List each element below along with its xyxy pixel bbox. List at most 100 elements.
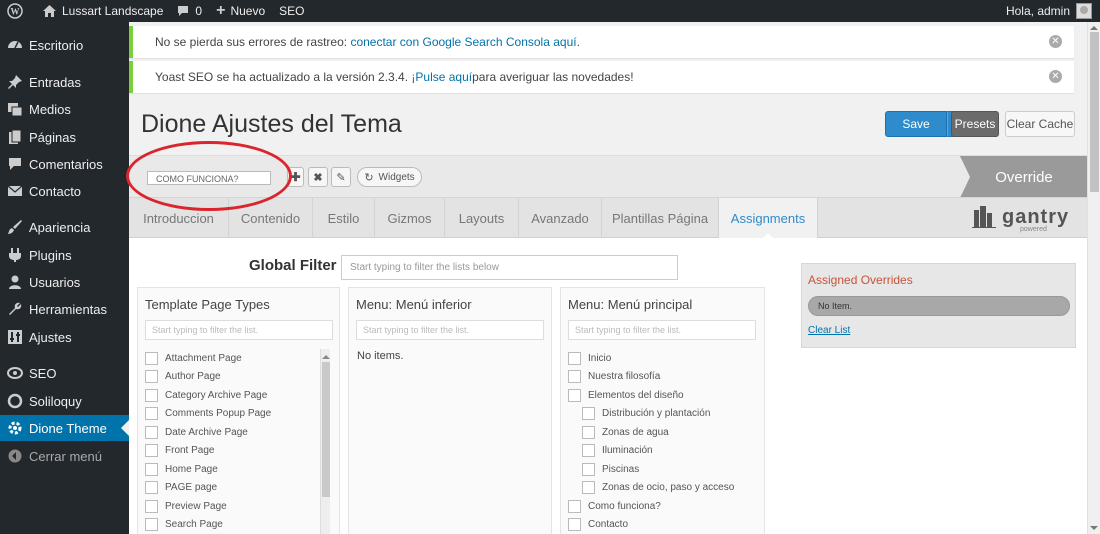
list-item[interactable]: Piscinas xyxy=(582,460,639,478)
sidebar-item-soliloquy[interactable]: Soliloquy xyxy=(0,388,129,414)
checkbox[interactable] xyxy=(145,517,158,531)
checkbox[interactable] xyxy=(568,517,581,531)
notice-link[interactable]: conectar con Google Search Consola aquí xyxy=(350,35,576,49)
list-item[interactable]: Attachment Page xyxy=(145,349,242,367)
sidebar-item-contacto[interactable]: Contacto xyxy=(0,178,129,204)
tab-gizmos[interactable]: Gizmos xyxy=(375,198,445,238)
tab-avanzado[interactable]: Avanzado xyxy=(519,198,602,238)
scroll-up-icon[interactable] xyxy=(1090,22,1098,30)
notice-link[interactable]: ¡Pulse aquí xyxy=(411,70,472,84)
list-item[interactable]: Front Page xyxy=(145,441,214,459)
sidebar-item-apariencia[interactable]: Apariencia xyxy=(0,214,129,240)
list-item[interactable]: Distribución y plantación xyxy=(582,404,710,422)
list-item[interactable]: Elementos del diseño xyxy=(568,386,684,404)
tab-contenido[interactable]: Contenido xyxy=(229,198,313,238)
sidebar-item-dione-theme[interactable]: Dione Theme xyxy=(0,415,129,441)
checkbox[interactable] xyxy=(145,369,158,383)
sidebar-item-plugins[interactable]: Plugins xyxy=(0,242,129,268)
seo-link[interactable]: SEO xyxy=(272,0,311,22)
page-scrollbar[interactable] xyxy=(1087,22,1100,534)
list-item[interactable]: Zonas de ocio, paso y acceso xyxy=(582,478,734,496)
checkbox[interactable] xyxy=(582,480,595,494)
checkbox[interactable] xyxy=(145,351,158,365)
list-item[interactable]: Iluminación xyxy=(582,441,653,459)
list-item[interactable]: Inicio xyxy=(568,349,611,367)
clear-list-link[interactable]: Clear List xyxy=(808,325,850,336)
checkbox[interactable] xyxy=(582,443,595,457)
list-item[interactable]: Zonas de agua xyxy=(582,423,669,441)
sidebar-item-paginas[interactable]: Páginas xyxy=(0,124,129,150)
checkbox[interactable] xyxy=(568,388,581,402)
site-name-link[interactable]: Lussart Landscape xyxy=(36,0,170,22)
account-menu[interactable]: Hola, admin xyxy=(1006,0,1092,22)
scrollbar-thumb[interactable] xyxy=(1090,32,1099,192)
global-filter-label: Global Filter xyxy=(249,257,337,274)
list-item[interactable]: Category Archive Page xyxy=(145,386,267,404)
sidebar-item-ajustes[interactable]: Ajustes xyxy=(0,324,129,350)
checkbox[interactable] xyxy=(145,499,158,513)
list-item[interactable]: Contacto xyxy=(568,515,628,533)
tab-introduccion[interactable]: Introduccion xyxy=(129,198,229,238)
checkbox[interactable] xyxy=(145,480,158,494)
comments-link[interactable]: 0 xyxy=(170,0,209,22)
collapse-menu-button[interactable]: Cerrar menú xyxy=(0,443,129,469)
clear-cache-button[interactable]: Clear Cache xyxy=(1005,111,1075,137)
tab-layouts[interactable]: Layouts xyxy=(445,198,519,238)
list-item[interactable]: Nuestra filosofía xyxy=(568,367,660,385)
checkbox[interactable] xyxy=(582,462,595,476)
checkbox[interactable] xyxy=(145,388,158,402)
checkbox[interactable] xyxy=(145,462,158,476)
checkbox[interactable] xyxy=(145,443,158,457)
list-item[interactable]: Date Archive Page xyxy=(145,423,248,441)
item-label: Front Page xyxy=(165,444,215,456)
list-scrollbar[interactable] xyxy=(320,349,330,534)
list-filter-input[interactable]: Start typing to filter the list. xyxy=(145,320,333,340)
tab-estilo[interactable]: Estilo xyxy=(313,198,375,238)
list-item[interactable]: Home Page xyxy=(145,460,218,478)
override-name-input[interactable]: COMO FUNCIONA? xyxy=(147,171,271,185)
delete-override-button[interactable]: ✖ xyxy=(308,167,328,187)
list-item[interactable]: Author Page xyxy=(145,367,221,385)
list-filter-input[interactable]: Start typing to filter the list. xyxy=(356,320,544,340)
global-filter-input[interactable]: Start typing to filter the lists below xyxy=(341,255,678,280)
edit-override-button[interactable]: ✎ xyxy=(331,167,351,187)
tab-plantillas-pagina[interactable]: Plantillas Página xyxy=(602,198,719,238)
list-item[interactable]: Preview Page xyxy=(145,497,227,515)
sidebar-item-usuarios[interactable]: Usuarios xyxy=(0,269,129,295)
add-override-button[interactable]: ✚ xyxy=(287,167,304,187)
presets-button[interactable]: Presets xyxy=(951,111,999,137)
new-content-link[interactable]: + Nuevo xyxy=(209,0,272,22)
list-item[interactable]: Comments Popup Page xyxy=(145,404,271,422)
scroll-up-icon[interactable] xyxy=(322,351,330,359)
sidebar-item-seo[interactable]: SEO xyxy=(0,360,129,386)
checkbox[interactable] xyxy=(145,425,158,439)
wordpress-logo-icon[interactable]: W xyxy=(0,0,36,22)
checkbox[interactable] xyxy=(145,406,158,420)
scroll-down-icon[interactable] xyxy=(1090,526,1098,534)
list-item[interactable]: Search Page xyxy=(145,515,223,533)
save-button[interactable]: Save xyxy=(885,111,947,137)
checkbox[interactable] xyxy=(568,499,581,513)
tab-assignments[interactable]: Assignments xyxy=(719,198,818,239)
sidebar-item-herramientas[interactable]: Herramientas xyxy=(0,296,129,322)
list-item[interactable]: Como funciona? xyxy=(568,497,661,515)
widgets-label: Widgets xyxy=(378,171,415,183)
list-item[interactable]: PAGE page xyxy=(145,478,217,496)
checkbox[interactable] xyxy=(582,425,595,439)
sidebar-item-entradas[interactable]: Entradas xyxy=(0,69,129,95)
scrollbar-thumb[interactable] xyxy=(322,362,330,497)
sidebar-item-medios[interactable]: Medios xyxy=(0,96,129,122)
checkbox[interactable] xyxy=(582,406,595,420)
main-content: No se pierda sus errores de rastreo: con… xyxy=(129,22,1087,534)
checkbox[interactable] xyxy=(568,351,581,365)
override-tab[interactable]: Override xyxy=(960,156,1087,198)
widgets-button[interactable]: ↻ Widgets xyxy=(357,167,422,187)
dismiss-icon[interactable]: ✕ xyxy=(1049,70,1062,83)
list-filter-input[interactable]: Start typing to filter the list. xyxy=(568,320,756,340)
admin-bar: W Lussart Landscape 0 + Nuevo SEO Hola, … xyxy=(0,0,1100,22)
user-icon xyxy=(7,274,23,290)
dismiss-icon[interactable]: ✕ xyxy=(1049,35,1062,48)
sidebar-item-escritorio[interactable]: Escritorio xyxy=(0,32,129,58)
sidebar-item-comentarios[interactable]: Comentarios xyxy=(0,151,129,177)
checkbox[interactable] xyxy=(568,369,581,383)
